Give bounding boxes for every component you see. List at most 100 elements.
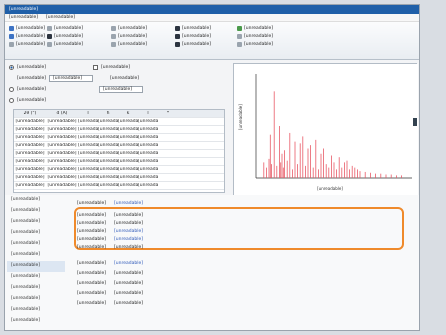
detail-label: [unreadable]: [77, 244, 106, 250]
ribbon-button-3a-label: [unreadable]: [118, 26, 147, 31]
table-row[interactable]: [unreadable][unreadable][unreadable][unr…: [14, 182, 224, 190]
menu-item-file[interactable]: [unreadable]: [9, 15, 38, 20]
nav-item[interactable]: [unreadable]: [7, 316, 65, 327]
table-cell: [unreadable]: [15, 183, 45, 188]
detail-field: [unreadable] [unreadable]: [77, 227, 143, 235]
export-icon: [9, 42, 14, 47]
table-cell: [unreadable]: [118, 135, 138, 140]
detail-value: [unreadable]: [113, 280, 143, 286]
pattern-icon: [175, 26, 180, 31]
xray-radio[interactable]: [9, 64, 14, 70]
table-cell: [unreadable]: [78, 183, 98, 188]
ribbon-button-3b-label: [unreadable]: [118, 34, 147, 39]
ribbon-button-3c[interactable]: [unreadable]: [111, 42, 147, 47]
detail-field: [unreadable] [unreadable]: [77, 211, 143, 219]
detail-link[interactable]: [unreadable]: [114, 237, 143, 242]
table-cell: [unreadable]: [138, 119, 158, 124]
detail-link[interactable]: [unreadable]: [114, 261, 143, 266]
details-panel: [unreadable] [unreadable] [unreadable] […: [5, 195, 419, 330]
ribbon-button-1b[interactable]: [unreadable]: [9, 34, 45, 39]
table-row[interactable]: [unreadable][unreadable][unreadable][unr…: [14, 166, 224, 174]
table-header-cell[interactable]: k: [118, 111, 138, 116]
table-row[interactable]: [unreadable][unreadable][unreadable][unr…: [14, 118, 224, 126]
detail-field: [unreadable] [unreadable]: [77, 289, 143, 297]
nav-item[interactable]: [unreadable]: [7, 228, 65, 239]
ribbon-button-2c[interactable]: [unreadable]: [47, 42, 83, 47]
table-cell: [unreadable]: [98, 151, 118, 156]
ribbon-button-4a-label: [unreadable]: [182, 26, 211, 31]
ribbon-button-1c[interactable]: [unreadable]: [9, 42, 45, 47]
menu-item-view[interactable]: [unreadable]: [46, 15, 75, 20]
table-cell: [unreadable]: [15, 167, 45, 172]
nav-item[interactable]: [unreadable]: [7, 250, 65, 261]
nav-item[interactable]: [unreadable]: [7, 272, 65, 283]
table-cell: [unreadable]: [98, 119, 118, 124]
scroll-thumb[interactable]: [413, 118, 417, 126]
table-row[interactable]: [unreadable][unreadable][unreadable][unr…: [14, 134, 224, 142]
ribbon-button-4c[interactable]: [unreadable]: [175, 42, 211, 47]
table-row[interactable]: [unreadable][unreadable][unreadable][unr…: [14, 126, 224, 134]
wavelength-select[interactable]: [unreadable]: [48, 74, 93, 82]
table-row[interactable]: [unreadable][unreadable][unreadable][unr…: [14, 158, 224, 166]
app-window: [unreadable] [unreadable] [unreadable] […: [4, 4, 420, 331]
nav-item-active[interactable]: [unreadable]: [7, 261, 65, 272]
mode3-radio[interactable]: [9, 97, 14, 103]
table-header-cell[interactable]: l: [138, 111, 158, 116]
detail-field: [unreadable] [unreadable]: [77, 235, 143, 243]
nav-item[interactable]: [unreadable]: [7, 294, 65, 305]
ribbon-group-4: [unreadable] [unreadable] [unreadable]: [175, 26, 211, 47]
table-cell: [unreadable]: [98, 143, 118, 148]
table-row[interactable]: [unreadable][unreadable][unreadable][unr…: [14, 142, 224, 150]
nav-item[interactable]: [unreadable]: [7, 206, 65, 217]
nav-item[interactable]: [unreadable]: [7, 217, 65, 228]
pattern-icon: [175, 42, 180, 47]
mode2-radio[interactable]: [9, 86, 14, 92]
table-cell: [unreadable]: [15, 119, 45, 124]
check-icon: [237, 26, 242, 31]
option3-select[interactable]: [unreadable]: [98, 85, 143, 93]
table-header-cell[interactable]: h: [98, 111, 118, 116]
ribbon-button-3a[interactable]: [unreadable]: [111, 26, 147, 31]
table-cell: [unreadable]: [78, 143, 98, 148]
ribbon-button-3b[interactable]: [unreadable]: [111, 34, 147, 39]
detail-label: [unreadable]: [77, 212, 106, 218]
table-header-cell[interactable]: I: [78, 111, 98, 116]
ribbon-button-2b[interactable]: [unreadable]: [47, 34, 83, 39]
detail-label: [unreadable]: [77, 270, 106, 276]
tool-icon: [47, 42, 52, 47]
ribbon-toolbar: [unreadable] [unreadable] [unreadable] […: [5, 22, 419, 60]
ribbon-button-5c[interactable]: [unreadable]: [237, 42, 273, 47]
ribbon-button-1a[interactable]: [unreadable]: [9, 26, 45, 31]
mode2-label: [unreadable]: [17, 86, 46, 92]
ribbon-button-5b[interactable]: [unreadable]: [237, 34, 273, 39]
table-header-cell[interactable]: d (Å): [46, 111, 78, 116]
nav-item[interactable]: [unreadable]: [7, 283, 65, 294]
ribbon-button-1a-label: [unreadable]: [16, 26, 45, 31]
ribbon-button-4c-label: [unreadable]: [182, 42, 211, 47]
table-cell: [unreadable]: [118, 183, 138, 188]
table-cell: [unreadable]: [15, 143, 45, 148]
nav-item[interactable]: [unreadable]: [7, 305, 65, 316]
nav-item[interactable]: [unreadable]: [7, 195, 65, 206]
table-row[interactable]: [unreadable][unreadable][unreadable][unr…: [14, 150, 224, 158]
ribbon-button-2a[interactable]: [unreadable]: [47, 26, 83, 31]
detail-link[interactable]: [unreadable]: [114, 229, 143, 234]
table-row[interactable]: [unreadable][unreadable][unreadable][unr…: [14, 174, 224, 182]
table-cell: [unreadable]: [47, 127, 77, 132]
ribbon-group-2: [unreadable] [unreadable] [unreadable]: [47, 26, 83, 47]
detail-value: [unreadable]: [113, 300, 143, 306]
diffraction-chart: [unreadable] [unreadable]: [233, 63, 418, 196]
ribbon-button-4a[interactable]: [unreadable]: [175, 26, 211, 31]
detail-label: [unreadable]: [77, 290, 106, 296]
option1-checkbox[interactable]: [92, 64, 98, 70]
nav-item[interactable]: [unreadable]: [7, 239, 65, 250]
table-cell: [unreadable]: [98, 167, 118, 172]
ribbon-button-4b[interactable]: [unreadable]: [175, 34, 211, 39]
table-header-cell[interactable]: 2θ (°): [14, 111, 46, 116]
ribbon-button-5a[interactable]: [unreadable]: [237, 26, 273, 31]
table-cell: [unreadable]: [118, 159, 138, 164]
wavelength-label: [unreadable]: [17, 75, 46, 81]
ribbon-button-5a-label: [unreadable]: [244, 26, 273, 31]
table-header-cell[interactable]: *: [158, 111, 178, 116]
detail-link[interactable]: [unreadable]: [114, 201, 143, 206]
